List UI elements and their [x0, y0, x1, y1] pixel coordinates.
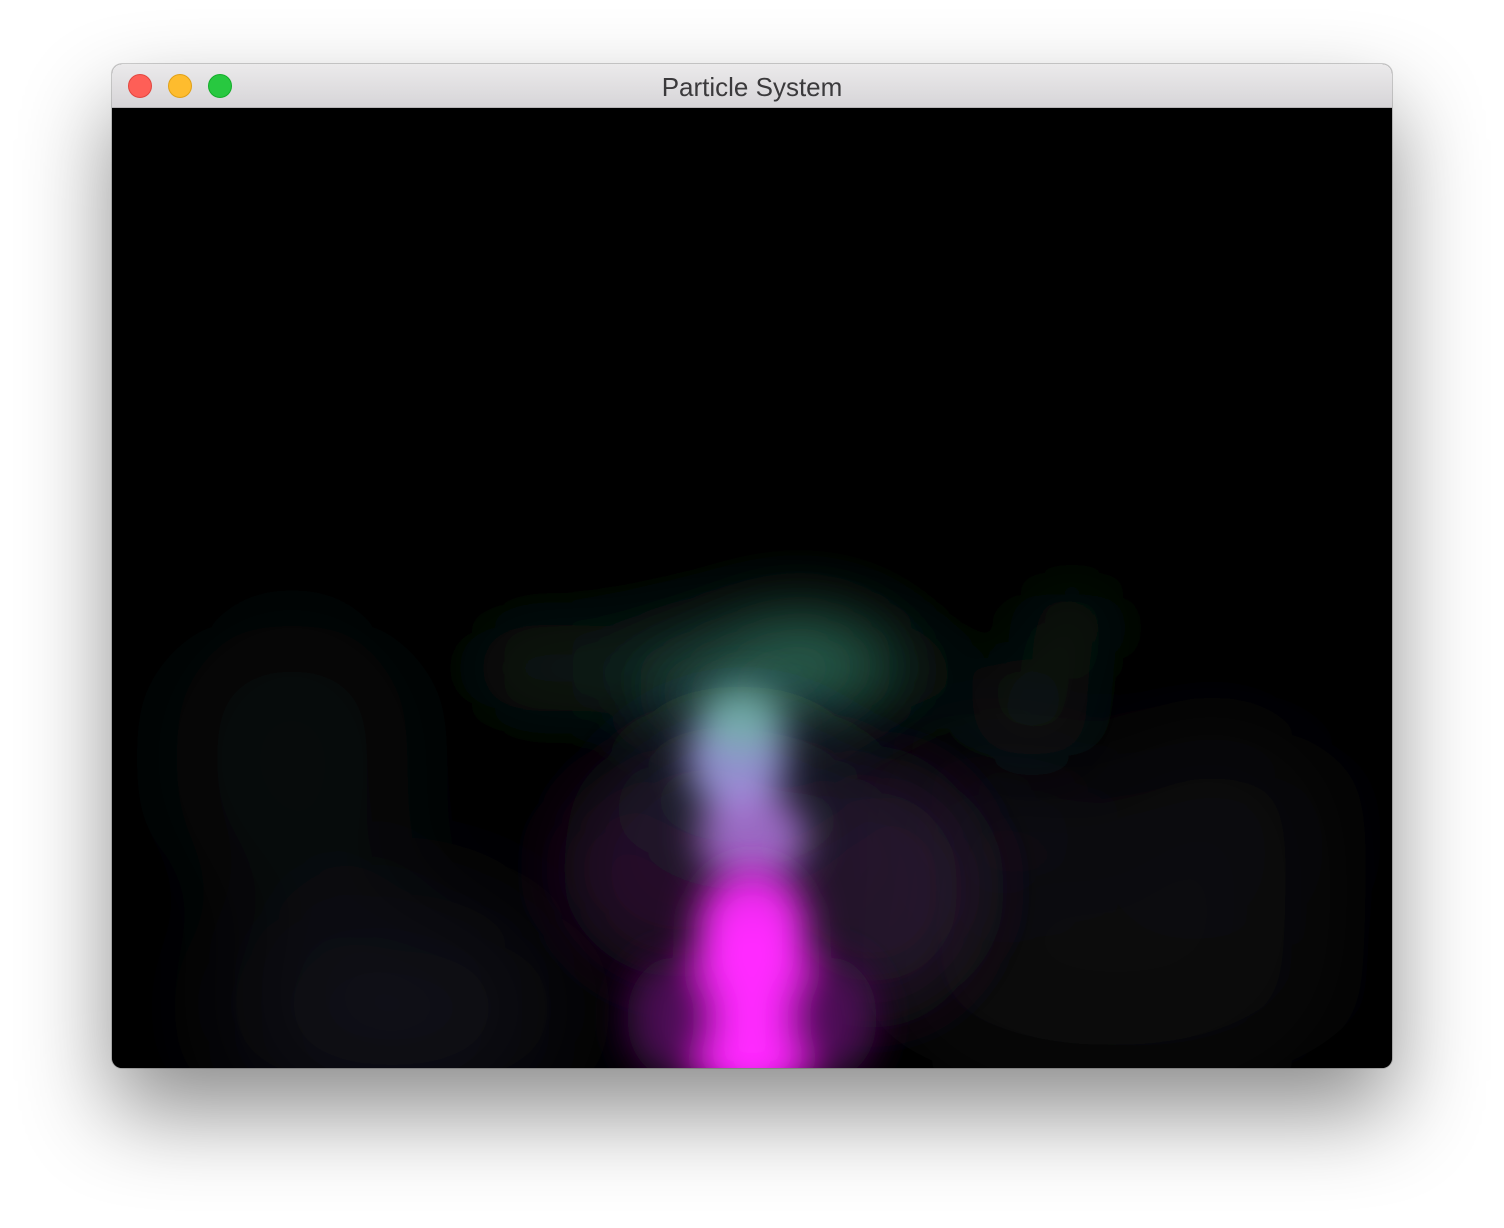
title-bar[interactable]: Particle System: [112, 64, 1392, 108]
app-window: Particle System: [112, 64, 1392, 1068]
window-title: Particle System: [661, 72, 843, 102]
particle-canvas[interactable]: [112, 108, 1392, 1068]
particle-scene: [172, 593, 1332, 1068]
